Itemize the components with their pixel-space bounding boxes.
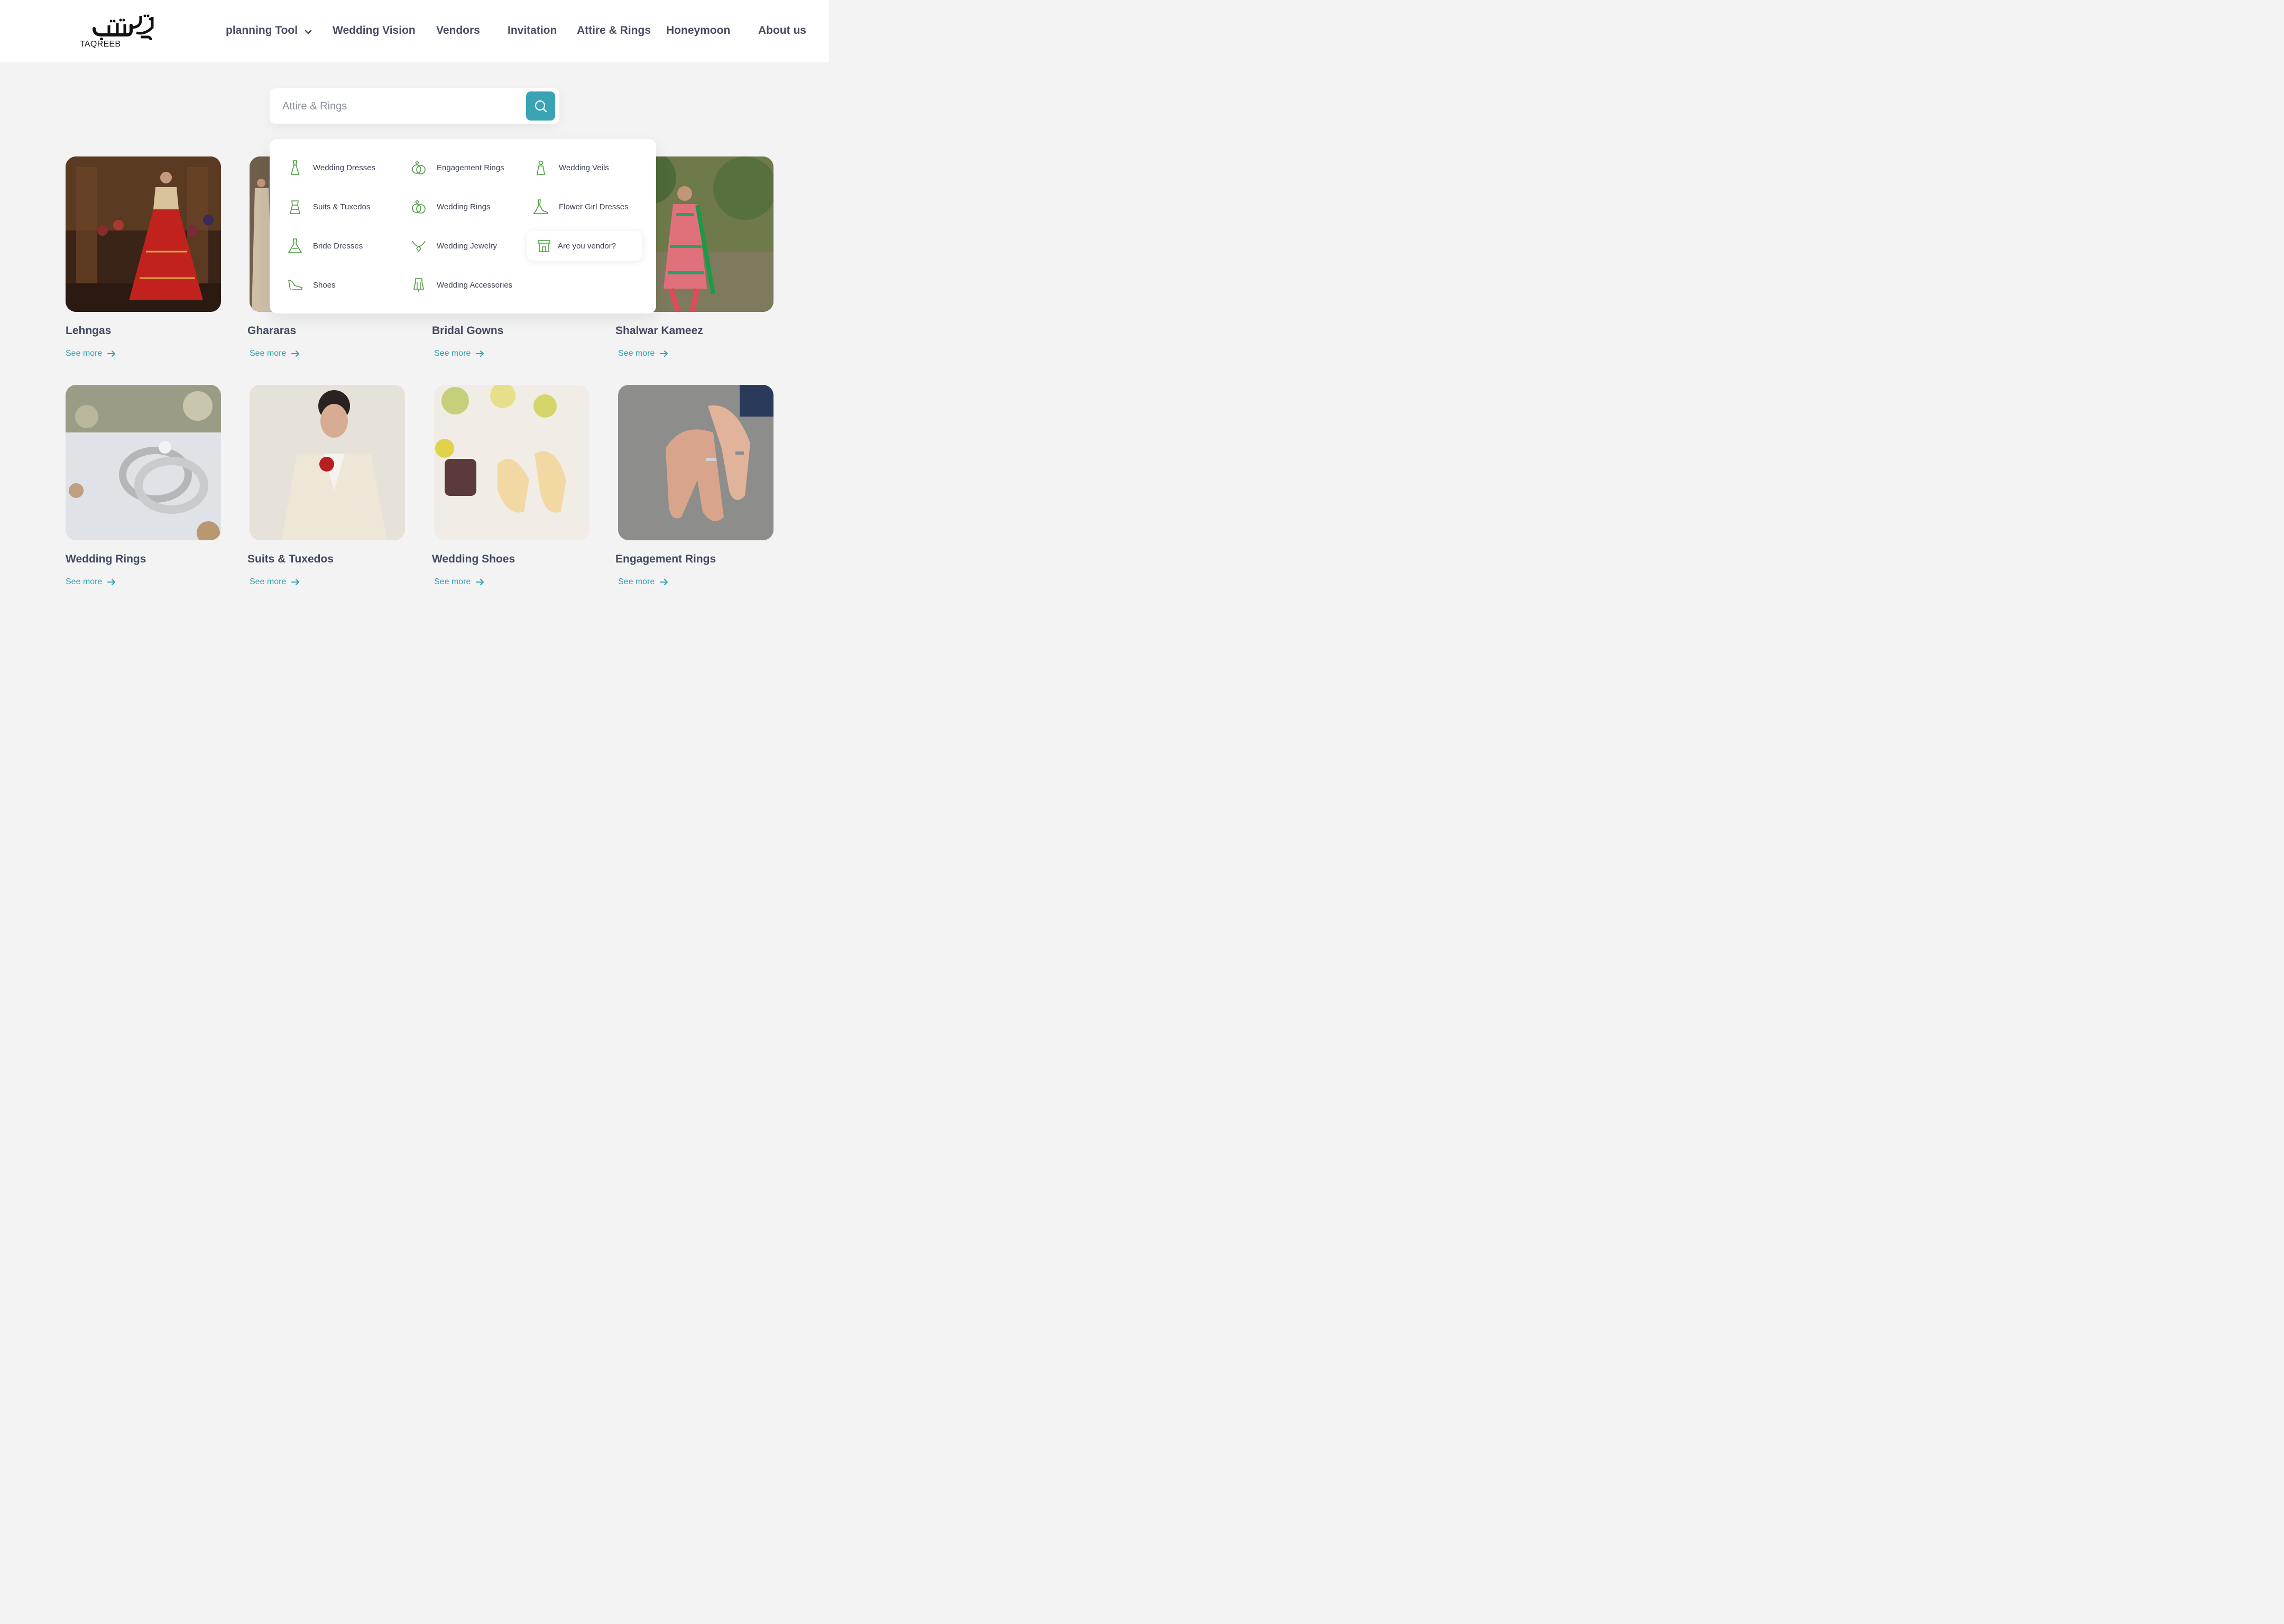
menu-item-label: Wedding Dresses bbox=[313, 163, 376, 172]
accessory-icon bbox=[410, 276, 427, 293]
nav-about-us[interactable]: About us bbox=[758, 24, 806, 37]
nav-invitation[interactable]: Invitation bbox=[508, 24, 557, 37]
menu-item-wedding-dresses[interactable]: Wedding Dresses bbox=[287, 153, 375, 182]
menu-item-flower-girl-dresses[interactable]: Flower Girl Dresses bbox=[532, 192, 629, 222]
see-more-label: See more bbox=[66, 577, 103, 586]
menu-item-label: Wedding Veils bbox=[559, 163, 609, 172]
arrow-right-icon bbox=[660, 350, 668, 357]
search-icon bbox=[535, 100, 547, 112]
veil-icon bbox=[532, 159, 549, 176]
see-more-link[interactable]: See more bbox=[66, 577, 116, 587]
arrow-right-icon bbox=[107, 350, 116, 357]
see-more-label: See more bbox=[618, 349, 655, 358]
see-more-link[interactable]: See more bbox=[66, 349, 116, 358]
menu-item-engagement-rings[interactable]: Engagement Rings bbox=[410, 153, 504, 182]
arrow-right-icon bbox=[107, 579, 116, 585]
card-title: Wedding Shoes bbox=[432, 553, 515, 565]
wedding-shoes-photo[interactable] bbox=[434, 385, 590, 540]
see-more-link[interactable]: See more bbox=[434, 349, 484, 358]
nav-honeymoon[interactable]: Honeymoon bbox=[666, 24, 730, 37]
nav-planning-tool[interactable]: planning Tool bbox=[226, 24, 298, 37]
arabic-logo-glyph bbox=[93, 14, 154, 44]
arrow-right-icon bbox=[476, 350, 484, 357]
necklace-icon bbox=[410, 237, 427, 254]
engagement-rings-photo[interactable] bbox=[618, 385, 773, 540]
card-title: Bridal Gowns bbox=[432, 325, 504, 337]
menu-item-label: Flower Girl Dresses bbox=[559, 202, 629, 211]
wedding-rings-icon bbox=[410, 198, 427, 215]
menu-item-label: Wedding Accessories bbox=[437, 280, 513, 290]
card-title: Lehngas bbox=[66, 325, 112, 337]
see-more-label: See more bbox=[250, 349, 287, 358]
see-more-link[interactable]: See more bbox=[250, 577, 300, 587]
store-icon bbox=[536, 237, 552, 254]
bride-dress-icon bbox=[287, 237, 303, 254]
flower-girl-dress-icon bbox=[532, 198, 549, 215]
logo-wordmark: TAQREEB bbox=[80, 40, 121, 49]
card-title: Wedding Rings bbox=[66, 553, 146, 565]
menu-item-wedding-accessories[interactable]: Wedding Accessories bbox=[410, 270, 512, 300]
see-more-link[interactable]: See more bbox=[250, 349, 300, 358]
see-more-label: See more bbox=[434, 577, 471, 586]
nav-attire-rings[interactable]: Attire & Rings bbox=[577, 24, 651, 37]
arrow-right-icon bbox=[476, 579, 484, 585]
see-more-link[interactable]: See more bbox=[618, 577, 668, 587]
search-bar bbox=[270, 88, 559, 124]
card-title: Ghararas bbox=[247, 325, 297, 337]
suit-icon bbox=[287, 198, 303, 215]
search-button[interactable] bbox=[526, 91, 555, 121]
menu-item-bride-dresses[interactable]: Bride Dresses bbox=[287, 231, 363, 261]
menu-item-label: Bride Dresses bbox=[313, 241, 363, 251]
menu-item-suits-tuxedos[interactable]: Suits & Tuxedos bbox=[287, 192, 370, 222]
menu-item-label: Are you vendor? bbox=[558, 241, 616, 251]
wedding-rings-photo[interactable] bbox=[66, 385, 221, 540]
see-more-label: See more bbox=[66, 349, 103, 358]
are-you-vendor-button[interactable]: Are you vendor? bbox=[527, 231, 642, 261]
site-header: TAQREEB planning Tool Wedding Vision Ven… bbox=[0, 0, 829, 62]
nav-wedding-vision[interactable]: Wedding Vision bbox=[333, 24, 416, 37]
menu-item-label: Wedding Rings bbox=[437, 202, 491, 211]
lehnga-photo[interactable] bbox=[66, 156, 221, 312]
menu-item-wedding-veils[interactable]: Wedding Veils bbox=[532, 153, 609, 182]
menu-item-shoes[interactable]: Shoes bbox=[287, 270, 336, 300]
menu-item-label: Suits & Tuxedos bbox=[313, 202, 371, 211]
see-more-label: See more bbox=[618, 577, 655, 586]
suit-photo[interactable] bbox=[250, 385, 405, 540]
arrow-right-icon bbox=[291, 579, 300, 585]
arrow-right-icon bbox=[291, 350, 300, 357]
chevron-down-icon[interactable] bbox=[304, 29, 312, 36]
card-title: Engagement Rings bbox=[615, 553, 716, 565]
menu-item-wedding-rings[interactable]: Wedding Rings bbox=[410, 192, 490, 222]
menu-item-label: Wedding Jewelry bbox=[437, 241, 497, 251]
arrow-right-icon bbox=[660, 579, 668, 585]
taqreeb-logo[interactable]: TAQREEB bbox=[78, 14, 155, 51]
dress-icon bbox=[287, 159, 303, 176]
search-input[interactable] bbox=[282, 98, 520, 115]
card-title: Shalwar Kameez bbox=[615, 325, 703, 337]
see-more-link[interactable]: See more bbox=[434, 577, 484, 587]
see-more-link[interactable]: See more bbox=[618, 349, 668, 358]
menu-item-label: Shoes bbox=[313, 280, 336, 290]
menu-item-label: Engagement Rings bbox=[437, 163, 504, 172]
high-heel-icon bbox=[287, 276, 303, 293]
nav-vendors[interactable]: Vendors bbox=[436, 24, 480, 37]
see-more-label: See more bbox=[434, 349, 471, 358]
card-title: Suits & Tuxedos bbox=[247, 553, 334, 565]
attire-rings-dropdown: Wedding Dresses Suits & Tuxedos Bride Dr… bbox=[270, 139, 656, 313]
menu-item-wedding-jewelry[interactable]: Wedding Jewelry bbox=[410, 231, 497, 261]
rings-icon bbox=[410, 159, 427, 176]
see-more-label: See more bbox=[250, 577, 287, 586]
